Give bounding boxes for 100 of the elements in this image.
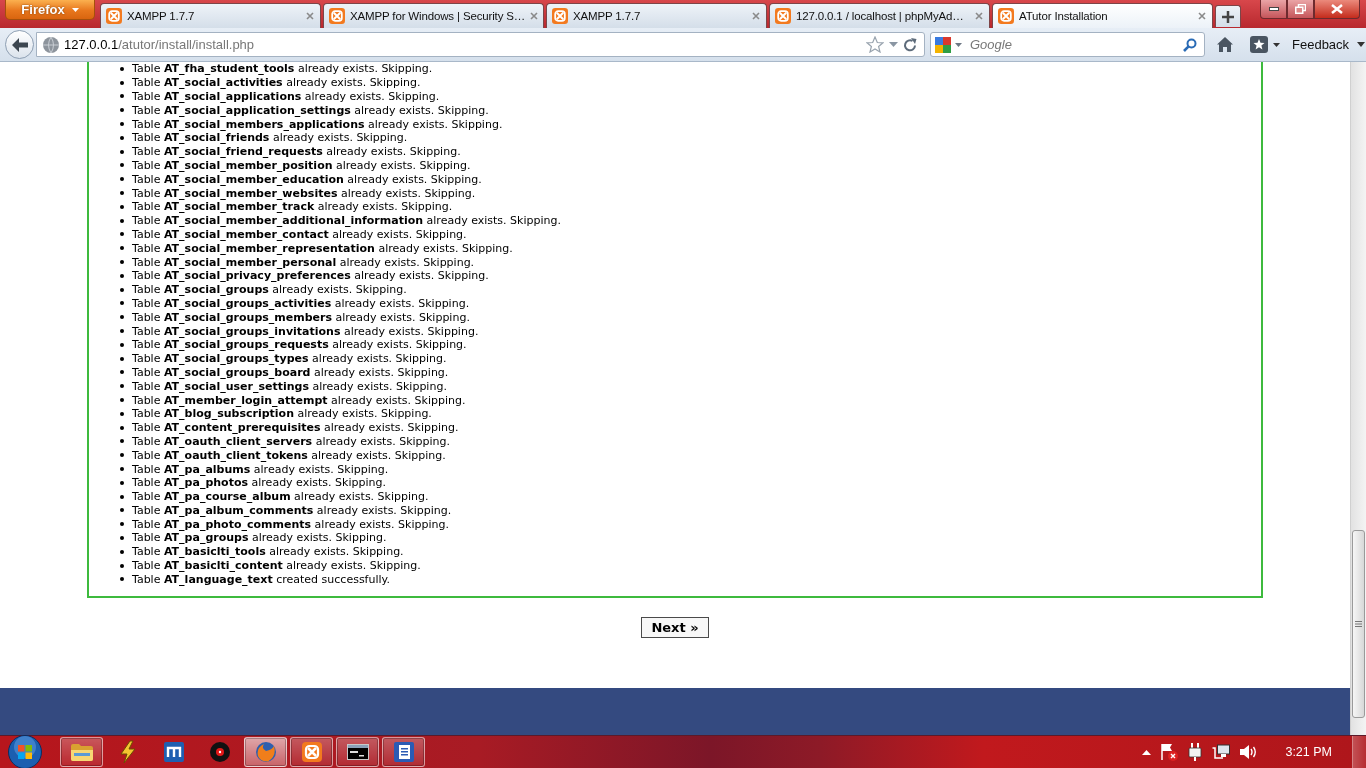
result-text: Table AT_social_member_additional_information already exists. Skipping. <box>132 214 561 228</box>
clock-text[interactable]: 3:21 PM <box>1285 745 1332 759</box>
bullet-icon <box>120 204 124 209</box>
close-icon[interactable] <box>752 12 760 20</box>
feedback-button[interactable]: Feedback <box>1292 32 1366 57</box>
search-input[interactable]: Google <box>966 35 1179 54</box>
browser-tab[interactable]: 127.0.0.1 / localhost | phpMyAd… <box>769 3 990 28</box>
bullet-icon <box>120 232 124 237</box>
bullet-icon <box>120 494 124 499</box>
caret-icon <box>1357 42 1366 47</box>
bullet-icon <box>120 467 124 471</box>
back-button[interactable] <box>5 30 34 59</box>
bullet-icon <box>120 411 124 416</box>
result-text: Table AT_social_groups already exists. Skipping. <box>132 283 407 297</box>
bullet-icon <box>120 439 124 444</box>
bullet-icon <box>120 356 124 361</box>
result-text: Table AT_social_member_representation already exists. Skipping. <box>132 241 513 255</box>
result-text: Table AT_social_groups_requests already exists. Skipping. <box>132 338 467 352</box>
bullet-icon <box>120 94 124 99</box>
result-text: Table AT_pa_course_album already exists. Skipping. <box>132 490 429 504</box>
url-text: 127.0.0.1/atutor/install/install.php <box>64 37 255 52</box>
result-text: Table AT_social_members_applications already exists. Skipping. <box>132 117 503 131</box>
result-text: Table AT_pa_groups already exists. Skipping. <box>132 531 387 545</box>
new-tab-button[interactable] <box>1215 5 1241 27</box>
result-text: Table AT_pa_photo_comments already exists. Skipping. <box>132 517 449 531</box>
next-button[interactable]: Next » <box>641 617 709 639</box>
caret-icon[interactable] <box>889 42 898 47</box>
bullet-icon <box>120 246 124 251</box>
bullet-icon <box>120 122 124 127</box>
result-text: Table AT_oauth_client_servers already exists. Skipping. <box>132 434 451 448</box>
taskbar-app-button[interactable] <box>60 737 103 767</box>
speaker-icon[interactable] <box>1239 744 1258 760</box>
search-engine-icon[interactable] <box>935 36 951 53</box>
star-icon[interactable] <box>866 36 884 53</box>
minimize-icon <box>1268 7 1279 11</box>
bullet-icon <box>120 508 124 513</box>
result-text: Table AT_social_groups_types already exists. Skipping. <box>132 352 447 366</box>
result-text: Table AT_social_application_settings already exists. Skipping. <box>132 103 489 117</box>
home-icon[interactable] <box>1217 37 1233 52</box>
close-icon[interactable] <box>975 12 983 20</box>
bullet-icon <box>120 149 124 154</box>
flag-alert-icon[interactable] <box>1160 743 1179 761</box>
bullet-icon <box>120 384 124 389</box>
taskbar-app-button[interactable] <box>382 737 425 767</box>
bullet-icon <box>120 273 124 278</box>
maximize-icon <box>1295 4 1306 14</box>
start-orb-icon[interactable] <box>8 735 42 768</box>
result-text: Table AT_social_member_websites already exists. Skipping. <box>132 186 476 200</box>
result-text: Table AT_pa_album_comments already exists. Skipping. <box>132 503 452 517</box>
caret-icon <box>71 7 79 12</box>
bullet-icon <box>120 218 124 223</box>
browser-tab[interactable]: XAMPP 1.7.7 <box>546 3 767 28</box>
bullet-icon <box>120 342 124 347</box>
taskbar-app-button[interactable] <box>336 737 379 767</box>
bullet-icon <box>120 135 124 140</box>
search-icon[interactable] <box>1183 37 1197 52</box>
plug-icon[interactable] <box>1187 743 1204 761</box>
favicon-icon <box>329 8 345 24</box>
browser-tab[interactable]: XAMPP 1.7.7 <box>100 3 321 28</box>
close-icon[interactable] <box>530 12 539 20</box>
taskbar-app-button[interactable] <box>290 737 333 767</box>
result-text: Table AT_blog_subscription already exists. Skipping. <box>132 407 432 421</box>
bullet-icon <box>120 287 124 292</box>
search-field[interactable]: Google <box>930 32 1205 57</box>
result-text: Table AT_social_friends already exists. Skipping. <box>132 131 408 145</box>
scrollbar-thumb[interactable] <box>1352 530 1365 718</box>
close-icon[interactable] <box>1198 12 1206 20</box>
close-button[interactable] <box>1314 0 1360 19</box>
caret-icon <box>955 42 962 47</box>
close-icon <box>1331 4 1343 14</box>
browser-tab[interactable]: ATutor Installation <box>992 3 1213 28</box>
favicon-icon <box>998 8 1014 24</box>
reload-icon[interactable] <box>903 37 917 52</box>
result-text: Table AT_social_groups_board already exists. Skipping. <box>132 365 449 379</box>
maximize-button[interactable] <box>1287 0 1314 19</box>
tile-icon <box>163 742 184 762</box>
minimize-button[interactable] <box>1260 0 1287 19</box>
address-field[interactable]: 127.0.0.1/atutor/install/install.php <box>36 32 925 57</box>
bullet-icon <box>120 549 124 554</box>
result-text: Table AT_social_member_education already exists. Skipping. <box>132 172 482 186</box>
bullet-icon <box>120 80 124 85</box>
bullet-icon <box>120 329 124 334</box>
result-text: Table AT_social_member_track already exists. Skipping. <box>132 200 453 214</box>
favicon-icon <box>106 8 122 24</box>
network-icon[interactable] <box>1212 744 1231 760</box>
chevron-up-icon[interactable] <box>1142 749 1152 755</box>
close-icon[interactable] <box>306 12 314 20</box>
bullet-icon <box>120 315 124 320</box>
bullet-icon <box>120 480 124 485</box>
browser-tab[interactable]: XAMPP for Windows | Security S… <box>323 3 544 28</box>
result-text: Table AT_pa_albums already exists. Skipping. <box>132 462 389 476</box>
result-text: Table AT_basiclti_tools already exists. Skipping. <box>132 545 404 559</box>
bullet-icon <box>120 108 124 113</box>
folder-icon <box>70 743 93 761</box>
bullet-icon <box>120 577 124 582</box>
bullet-icon <box>120 522 124 527</box>
bullet-icon <box>120 301 124 306</box>
result-text: Table AT_social_member_personal already exists. Skipping. <box>132 255 475 269</box>
result-text: Table AT_social_activities already exists. Skipping. <box>132 76 421 90</box>
favicon-icon <box>552 8 568 24</box>
